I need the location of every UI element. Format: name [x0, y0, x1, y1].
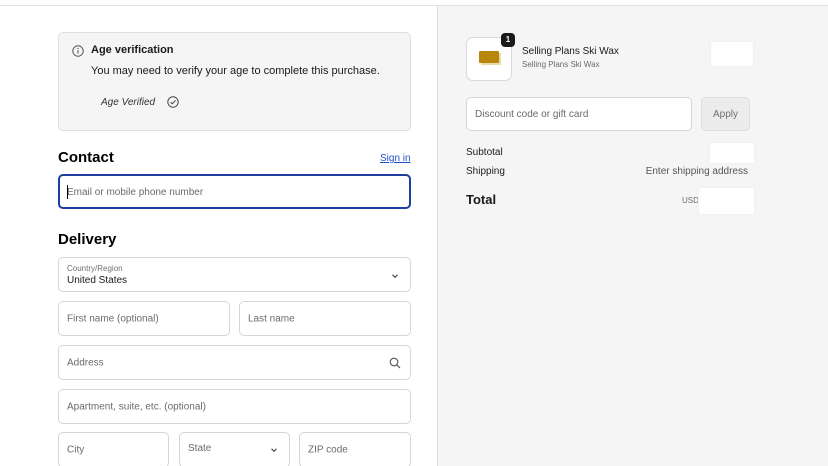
first-name-placeholder: First name (optional)	[67, 313, 159, 324]
product-name: Selling Plans Ski Wax	[522, 46, 619, 57]
info-icon	[72, 45, 84, 57]
shipping-value: Enter shipping address	[645, 166, 748, 177]
sign-in-link[interactable]: Sign in	[380, 153, 411, 164]
last-name-placeholder: Last name	[248, 313, 295, 324]
age-verification-description: You may need to verify your age to compl…	[91, 65, 380, 77]
checkout-main: Age verification You may need to verify …	[0, 6, 437, 466]
city-placeholder: City	[67, 444, 85, 456]
order-summary: 1 Selling Plans Ski Wax Selling Plans Sk…	[437, 6, 828, 466]
state-select[interactable]: State	[179, 432, 290, 466]
age-verification-title: Age verification	[91, 44, 174, 56]
country-label: Country/Region	[67, 264, 123, 273]
email-input[interactable]	[67, 184, 397, 200]
email-field[interactable]	[58, 174, 411, 209]
country-select[interactable]: Country/Region United States	[58, 257, 411, 292]
state-placeholder: State	[188, 443, 212, 454]
product-price	[710, 41, 754, 67]
address-placeholder: Address	[67, 357, 104, 368]
first-name-field[interactable]: First name (optional)	[58, 301, 230, 336]
chevron-down-icon	[392, 274, 398, 279]
total-value	[698, 187, 755, 215]
total-label: Total	[466, 192, 497, 207]
ski-wax-image	[479, 51, 499, 63]
chevron-down-icon	[271, 448, 277, 453]
discount-field[interactable]	[466, 97, 692, 131]
zip-field[interactable]: ZIP code	[299, 432, 411, 466]
last-name-field[interactable]: Last name	[239, 301, 411, 336]
subtotal-label: Subtotal	[466, 147, 503, 158]
address-field[interactable]: Address	[58, 345, 411, 380]
currency-code: USD	[682, 196, 699, 205]
check-circle-icon	[167, 96, 179, 108]
subtotal-value	[709, 142, 755, 164]
contact-heading: Contact	[58, 149, 114, 166]
product-variant: Selling Plans Ski Wax	[522, 60, 600, 69]
city-field[interactable]: City	[58, 432, 169, 466]
zip-placeholder: ZIP code	[308, 444, 348, 456]
apply-button[interactable]: Apply	[701, 97, 750, 131]
apartment-field[interactable]: Apartment, suite, etc. (optional)	[58, 389, 411, 424]
age-verification-banner: Age verification You may need to verify …	[58, 32, 411, 131]
quantity-badge: 1	[501, 33, 515, 47]
age-verified-status: Age Verified	[101, 97, 156, 108]
delivery-heading: Delivery	[58, 231, 117, 248]
apartment-placeholder: Apartment, suite, etc. (optional)	[67, 401, 206, 412]
shipping-label: Shipping	[466, 166, 505, 177]
country-value: United States	[67, 275, 128, 286]
discount-input[interactable]	[475, 107, 675, 122]
search-icon	[389, 357, 401, 369]
text-caret	[67, 185, 68, 199]
